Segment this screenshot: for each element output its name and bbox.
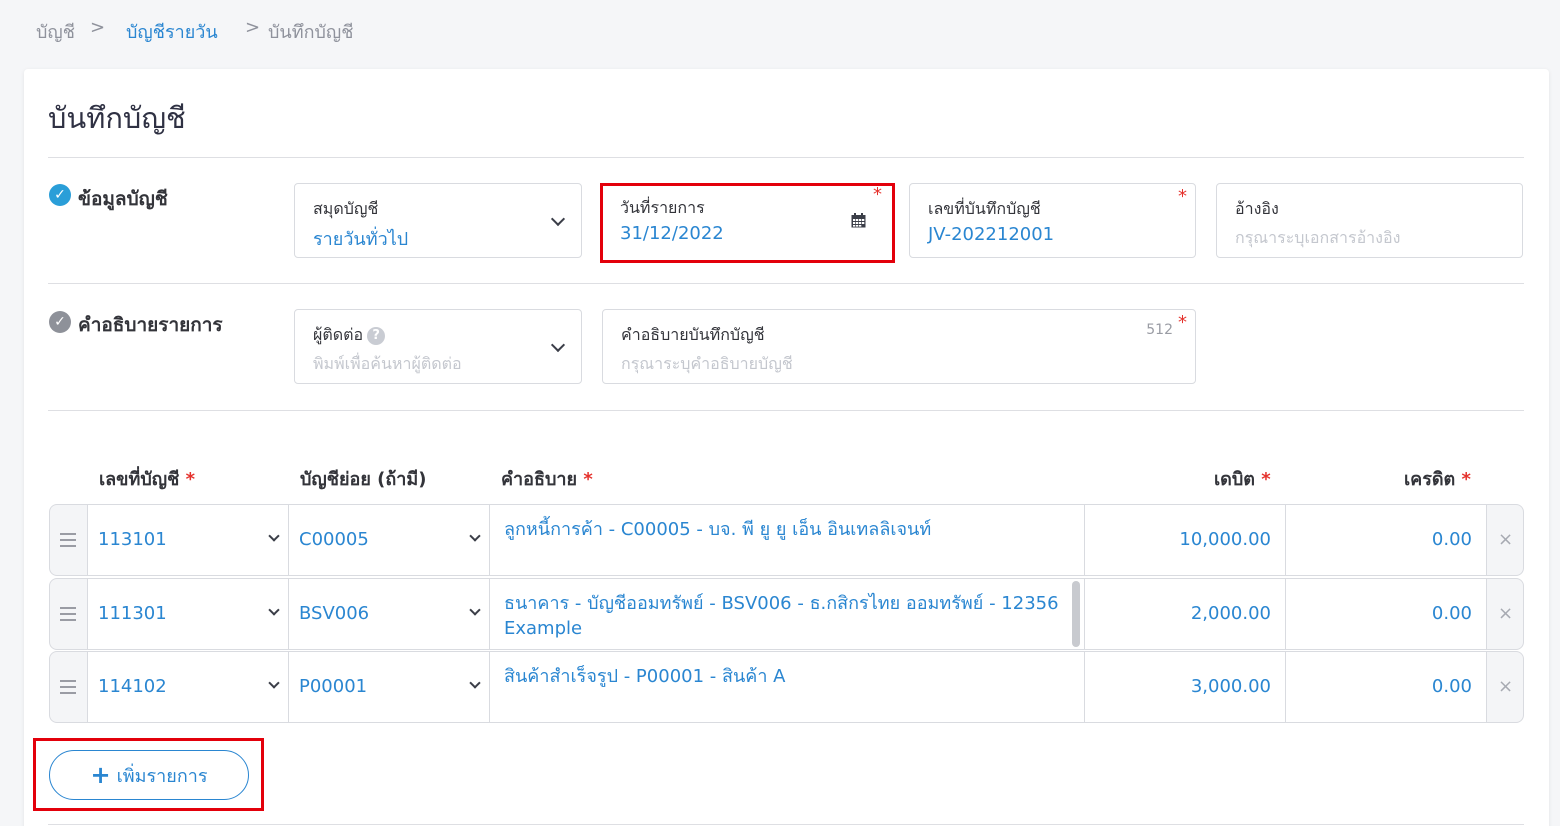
remove-row-icon[interactable]: × bbox=[1498, 676, 1513, 697]
description-value-line2: Example bbox=[504, 618, 583, 639]
contact-placeholder: พิมพ์เพื่อค้นหาผู้ติดต่อ bbox=[313, 354, 462, 373]
chevron-down-icon bbox=[268, 604, 280, 616]
date-field[interactable]: วันที่รายการ 31/12/2022 * bbox=[603, 184, 892, 260]
credit-input[interactable]: 0.00 bbox=[1285, 651, 1487, 723]
credit-value: 0.00 bbox=[1431, 603, 1472, 624]
credit-value: 0.00 bbox=[1431, 676, 1472, 697]
sub-account-select[interactable]: C00005 bbox=[288, 504, 490, 576]
debit-input[interactable]: 3,000.00 bbox=[1084, 651, 1286, 723]
date-label: วันที่รายการ bbox=[620, 198, 705, 217]
description-value: สินค้าสำเร็จรูป - P00001 - สินค้า A bbox=[504, 666, 786, 687]
chevron-down-icon bbox=[550, 337, 566, 353]
doc-number-field[interactable]: เลขที่บันทึกบัญชี JV-202212001 * bbox=[909, 183, 1196, 258]
sub-account-select[interactable]: P00001 bbox=[288, 651, 490, 723]
character-counter: 512 bbox=[1146, 322, 1173, 338]
divider bbox=[48, 410, 1524, 411]
description-value: ธนาคาร - บัญชีออมทรัพย์ - BSV006 - ธ.กสิ… bbox=[504, 593, 1059, 614]
section-title-account-info: ข้อมูลบัญชี bbox=[78, 188, 168, 210]
drag-handle-icon[interactable] bbox=[60, 533, 76, 551]
breadcrumb-separator: > bbox=[90, 17, 106, 38]
breadcrumb-item-current: บันทึกบัญชี bbox=[268, 22, 354, 43]
chevron-down-icon bbox=[469, 677, 481, 689]
required-mark: * bbox=[873, 184, 882, 205]
doc-number-label: เลขที่บันทึกบัญชี bbox=[928, 199, 1041, 218]
page-title: บันทึกบัญชี bbox=[48, 101, 186, 135]
chevron-down-icon bbox=[268, 530, 280, 542]
required-mark: * bbox=[1178, 312, 1187, 333]
reference-label: อ้างอิง bbox=[1235, 199, 1279, 218]
contact-select[interactable]: ผู้ติดต่อ? พิมพ์เพื่อค้นหาผู้ติดต่อ bbox=[294, 309, 582, 384]
account-select[interactable]: 111301 bbox=[87, 578, 289, 650]
breadcrumb-item-journal[interactable]: บัญชีรายวัน bbox=[126, 17, 218, 46]
plus-icon: + bbox=[90, 761, 111, 789]
table-row: 113101 C00005 ลูกหนี้การค้า - C00005 - บ… bbox=[49, 504, 1524, 576]
sub-account-value: BSV006 bbox=[299, 603, 370, 624]
add-row-button[interactable]: + เพิ่มรายการ bbox=[49, 750, 249, 800]
breadcrumb-item-accounts[interactable]: บัญชี bbox=[36, 17, 75, 46]
divider bbox=[48, 824, 1524, 825]
column-header-account: เลขที่บัญชี * bbox=[99, 469, 196, 490]
reference-field[interactable]: อ้างอิง กรุณาระบุเอกสารอ้างอิง bbox=[1216, 183, 1523, 258]
chevron-down-icon bbox=[469, 604, 481, 616]
date-value: 31/12/2022 bbox=[620, 223, 724, 244]
add-row-label: เพิ่มรายการ bbox=[116, 765, 208, 787]
chevron-down-icon bbox=[550, 211, 566, 227]
drag-handle-icon[interactable] bbox=[60, 607, 76, 625]
memo-placeholder: กรุณาระบุคำอธิบายบัญชี bbox=[621, 354, 793, 373]
description-value: ลูกหนี้การค้า - C00005 - บจ. พี ยู ยู เอ… bbox=[504, 519, 932, 540]
divider bbox=[48, 157, 1524, 158]
sub-account-select[interactable]: BSV006 bbox=[288, 578, 490, 650]
description-input[interactable]: ธนาคาร - บัญชีออมทรัพย์ - BSV006 - ธ.กสิ… bbox=[489, 578, 1085, 650]
journal-select[interactable]: สมุดบัญชี รายวันทั่วไป bbox=[294, 183, 582, 258]
remove-row-icon[interactable]: × bbox=[1498, 603, 1513, 624]
divider bbox=[48, 283, 1524, 284]
table-row: 114102 P00001 สินค้าสำเร็จรูป - P00001 -… bbox=[49, 651, 1524, 723]
debit-value: 2,000.00 bbox=[1190, 603, 1271, 624]
required-mark: * bbox=[1178, 186, 1187, 207]
breadcrumb-separator: > bbox=[245, 17, 261, 38]
remove-row-icon[interactable]: × bbox=[1498, 529, 1513, 550]
contact-label: ผู้ติดต่อ? bbox=[313, 323, 386, 348]
sub-account-value: P00001 bbox=[299, 676, 368, 697]
chevron-down-icon bbox=[268, 677, 280, 689]
journal-value: รายวันทั่วไป bbox=[313, 229, 409, 250]
debit-input[interactable]: 2,000.00 bbox=[1084, 578, 1286, 650]
memo-label: คำอธิบายบันทึกบัญชี bbox=[621, 325, 765, 344]
drag-handle-icon[interactable] bbox=[60, 680, 76, 698]
journal-label: สมุดบัญชี bbox=[313, 199, 379, 218]
table-row: 111301 BSV006 ธนาคาร - บัญชีออมทรัพย์ - … bbox=[49, 578, 1524, 650]
column-header-description: คำอธิบาย * bbox=[501, 469, 593, 490]
section-title-description: คำอธิบายรายการ bbox=[78, 314, 223, 336]
chevron-down-icon bbox=[469, 530, 481, 542]
debit-value: 3,000.00 bbox=[1190, 676, 1271, 697]
column-header-credit: เครดิต * bbox=[1404, 469, 1471, 490]
memo-field[interactable]: คำอธิบายบันทึกบัญชี กรุณาระบุคำอธิบายบัญ… bbox=[602, 309, 1196, 384]
account-value: 113101 bbox=[98, 529, 167, 550]
calendar-icon[interactable] bbox=[851, 213, 866, 228]
account-value: 114102 bbox=[98, 676, 167, 697]
account-select[interactable]: 113101 bbox=[87, 504, 289, 576]
description-input[interactable]: สินค้าสำเร็จรูป - P00001 - สินค้า A bbox=[489, 651, 1085, 723]
credit-input[interactable]: 0.00 bbox=[1285, 578, 1487, 650]
description-input[interactable]: ลูกหนี้การค้า - C00005 - บจ. พี ยู ยู เอ… bbox=[489, 504, 1085, 576]
help-icon[interactable]: ? bbox=[367, 326, 386, 345]
column-header-sub-account: บัญชีย่อย (ถ้ามี) bbox=[300, 469, 427, 490]
column-header-debit: เดบิต * bbox=[1214, 469, 1271, 490]
account-select[interactable]: 114102 bbox=[87, 651, 289, 723]
check-circle-icon: ✓ bbox=[49, 311, 71, 333]
account-value: 111301 bbox=[98, 603, 167, 624]
doc-number-value: JV-202212001 bbox=[928, 224, 1055, 245]
debit-value: 10,000.00 bbox=[1179, 529, 1271, 550]
description-scrollbar[interactable] bbox=[1072, 581, 1080, 647]
reference-placeholder: กรุณาระบุเอกสารอ้างอิง bbox=[1235, 228, 1401, 247]
check-circle-icon: ✓ bbox=[49, 184, 71, 206]
credit-value: 0.00 bbox=[1431, 529, 1472, 550]
debit-input[interactable]: 10,000.00 bbox=[1084, 504, 1286, 576]
credit-input[interactable]: 0.00 bbox=[1285, 504, 1487, 576]
sub-account-value: C00005 bbox=[299, 529, 369, 550]
